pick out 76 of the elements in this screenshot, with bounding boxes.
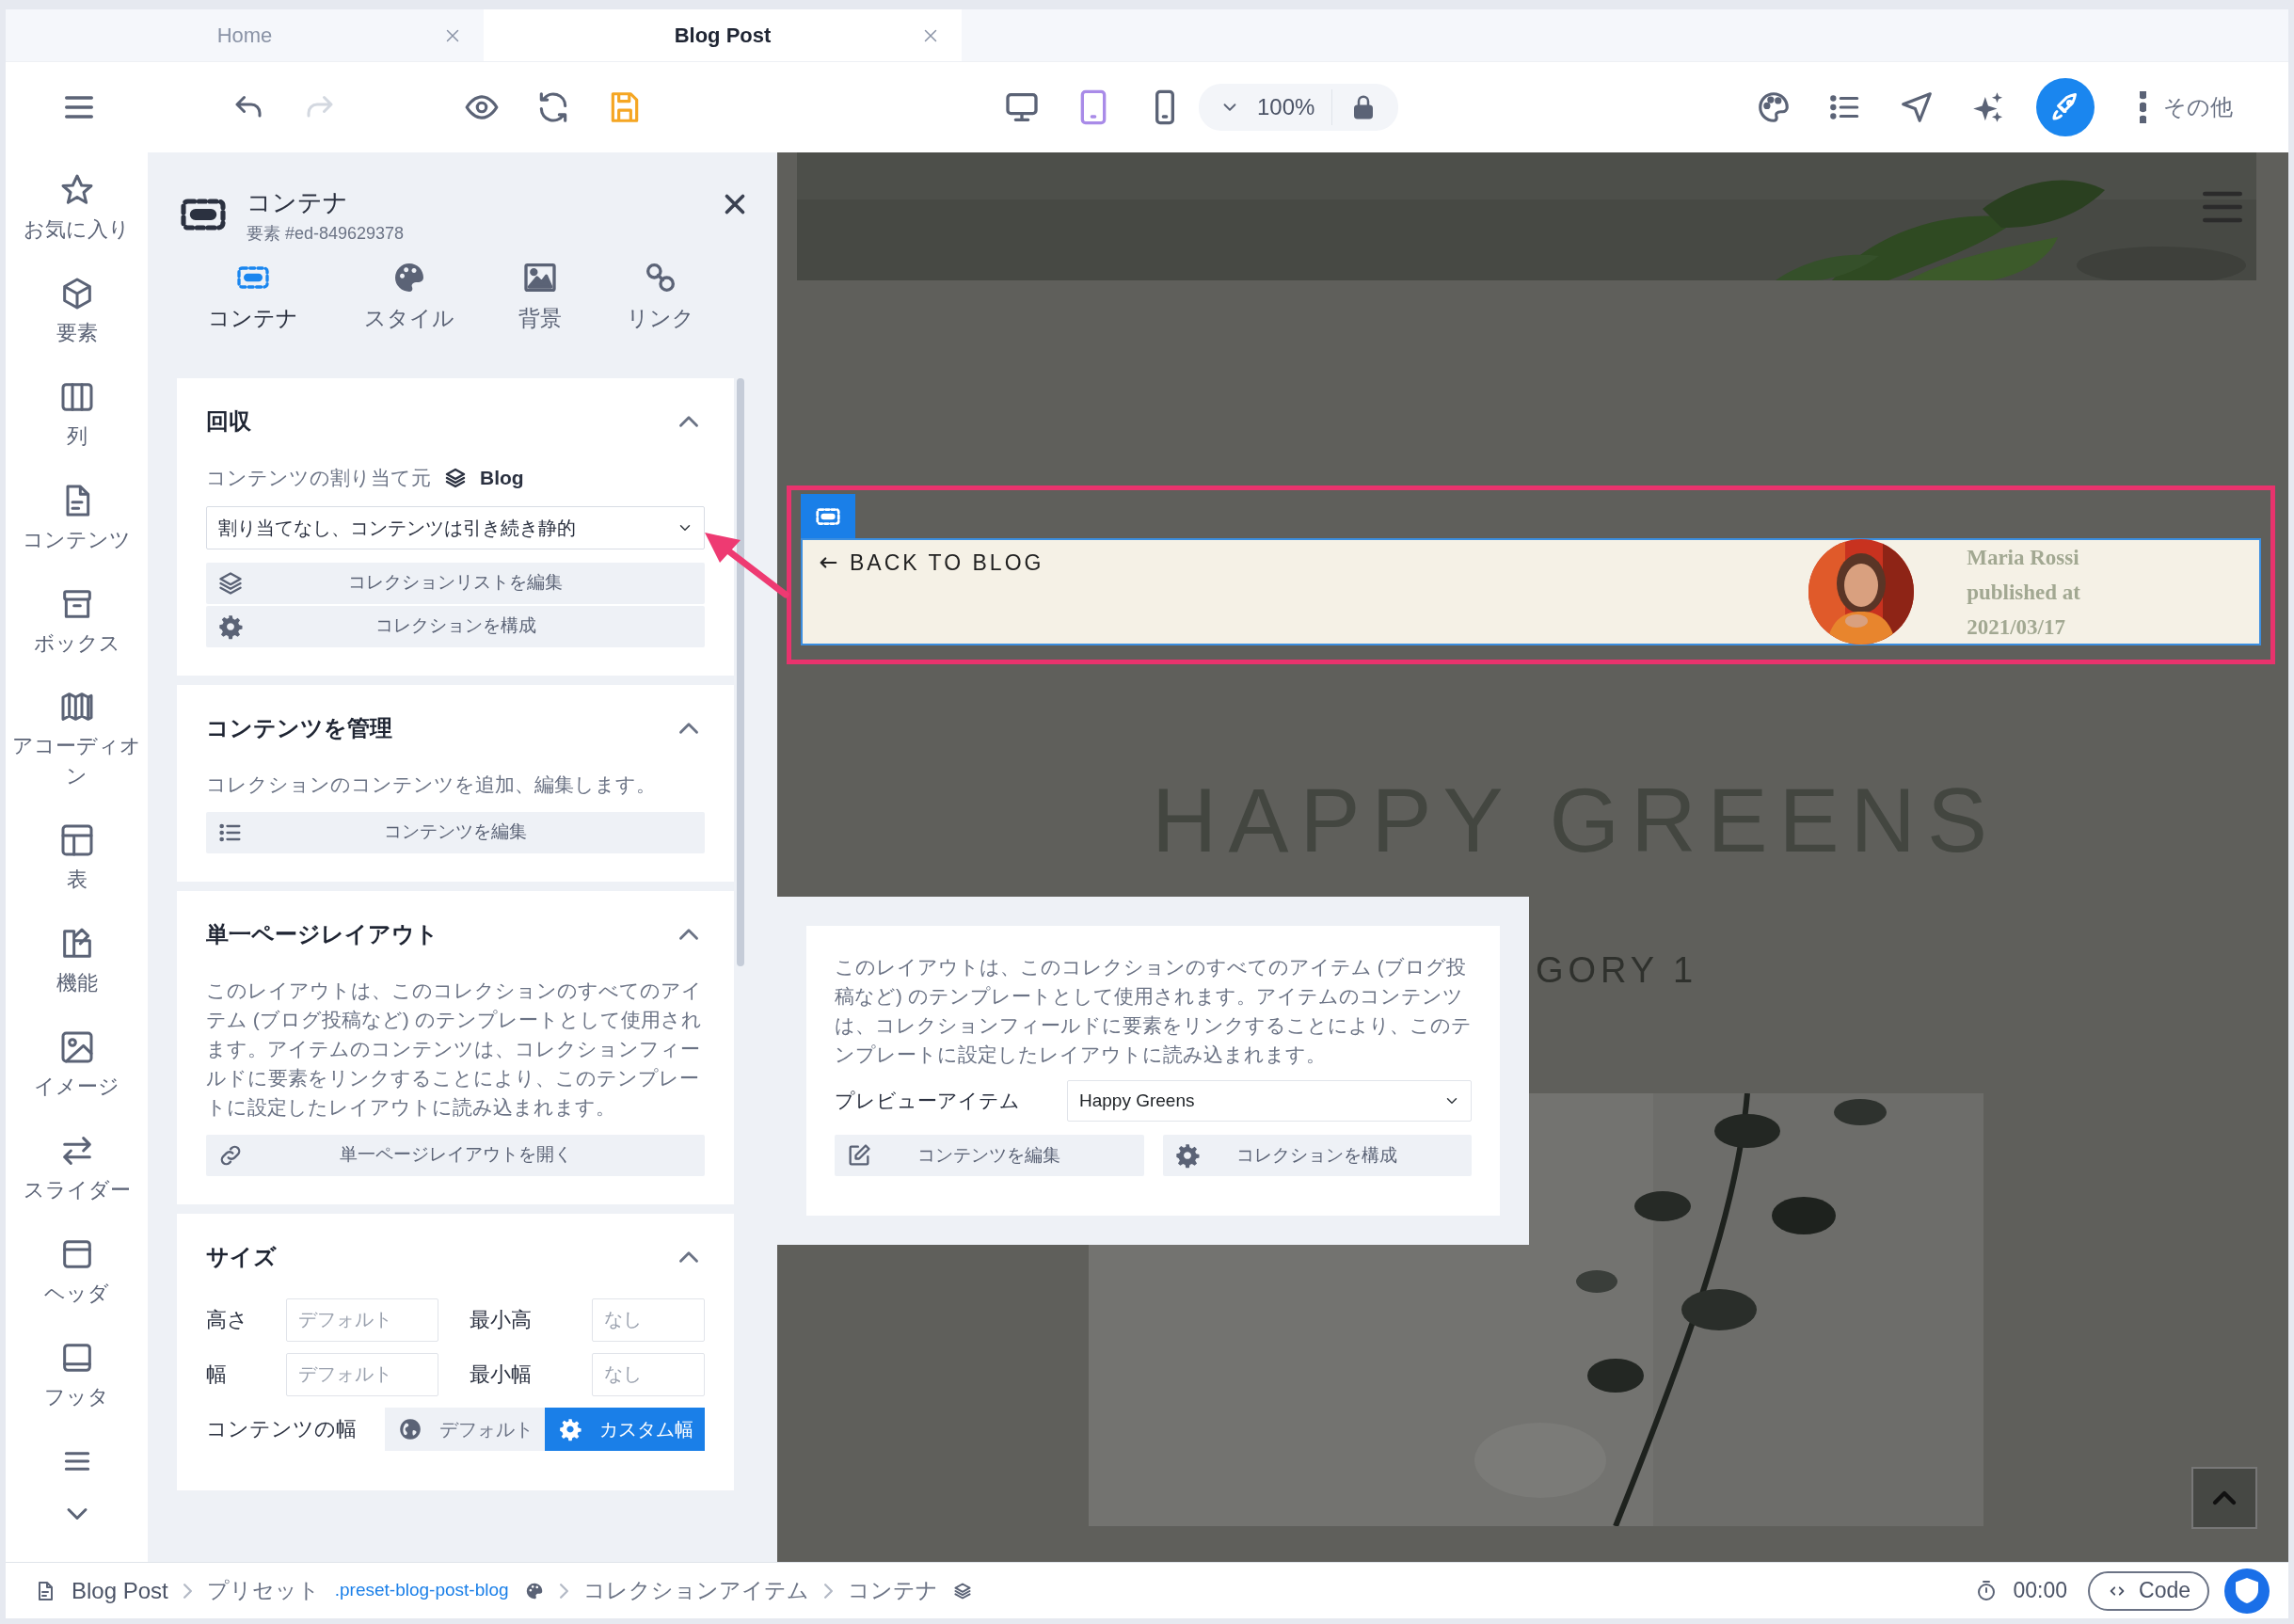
- sidebar-item[interactable]: 表: [6, 821, 148, 896]
- panel-title: コンテナ: [247, 188, 349, 218]
- zoom-level: 100%: [1257, 93, 1315, 121]
- chevron-right-icon: [559, 1583, 568, 1599]
- sidebar-item[interactable]: ヘッダ: [6, 1234, 148, 1309]
- section-description: このレイアウトは、このコレクションのすべてのアイテム (ブログ投稿など) のテンプレートとして使用されます。アイテムのコンテンツは、コレクションフィールドに要素をリンクすることにより、このテンプレートに設定したレイアウトに読み込まれます。: [206, 978, 703, 1120]
- field-label: 幅: [206, 1361, 228, 1388]
- panel-tab[interactable]: コンテナ: [177, 259, 329, 359]
- action-button[interactable]: コレクションを構成: [206, 605, 705, 647]
- published-label: published at: [1967, 580, 2080, 606]
- sidebar-item[interactable]: イメージ: [6, 1028, 148, 1102]
- container-handle[interactable]: [801, 494, 855, 538]
- section-title: 単一ページレイアウト: [206, 919, 438, 948]
- layers-icon: [444, 466, 467, 489]
- collection-name: Blog: [480, 466, 524, 490]
- sidebar-item[interactable]: 要素: [6, 274, 148, 348]
- panel-tab[interactable]: リンク: [618, 259, 703, 359]
- field-label: 高さ: [206, 1307, 249, 1333]
- sidebar-item[interactable]: お気に入り: [6, 171, 148, 245]
- breadcrumb-item[interactable]: コンテナ: [847, 1574, 938, 1607]
- sidebar-item[interactable]: 機能: [6, 925, 148, 998]
- sidebar-item[interactable]: ボックス: [6, 584, 148, 659]
- layers-icon: [217, 569, 244, 597]
- panel-tab[interactable]: スタイル: [358, 259, 461, 359]
- scroll-to-top-button[interactable]: [2191, 1467, 2257, 1529]
- field-label: コンテンツの幅: [206, 1416, 358, 1442]
- scrollbar[interactable]: [737, 378, 744, 966]
- settings-icon: [217, 613, 244, 640]
- more-menu[interactable]: その他: [2140, 90, 2234, 124]
- chevron-right-icon: [823, 1583, 833, 1599]
- editor-tab[interactable]: Blog Post: [484, 9, 962, 61]
- zoom-control[interactable]: 100%: [1199, 84, 1399, 131]
- sidebar-item[interactable]: アコーディオン: [6, 688, 148, 792]
- kebab-icon: [2140, 91, 2147, 123]
- layout-description: このレイアウトは、このコレクションのすべてのアイテム (ブログ投稿など) のテンプレートとして使用されます。アイテムのコンテンツは、コレクションフィールドに要素をリンクすることにより、このテンプレートに設定したレイアウトに読み込まれます。: [835, 955, 1472, 1067]
- sidebar-item[interactable]: フッタ: [6, 1338, 148, 1412]
- preview-select[interactable]: Happy Greens: [1067, 1080, 1472, 1122]
- size-field[interactable]: デフォルト: [286, 1352, 438, 1396]
- sidebar-item[interactable]: 列: [6, 377, 148, 452]
- sidebar-item[interactable]: コンテンツ: [6, 481, 148, 555]
- shield-icon[interactable]: [2224, 1568, 2270, 1614]
- field-label: 最小幅: [470, 1361, 533, 1388]
- class-name-link[interactable]: .preset-blog-post-blog: [334, 1577, 509, 1604]
- source-label: コンテンツの割り当て元: [206, 466, 431, 490]
- section-description: コレクションのコンテンツを追加、編集します。: [206, 772, 657, 797]
- size-field[interactable]: なし: [592, 1352, 705, 1396]
- back-link[interactable]: BACK TO BLOG: [803, 540, 1044, 578]
- collection-select[interactable]: 割り当てなし、コンテンツは引き続き静的: [206, 505, 705, 549]
- size-field[interactable]: デフォルト: [286, 1298, 438, 1342]
- settings-icon: [558, 1416, 582, 1441]
- preview-label: プレビューアイテム: [835, 1089, 1020, 1114]
- timer-value: 00:00: [2013, 1577, 2067, 1605]
- code-button[interactable]: Code: [2088, 1570, 2209, 1611]
- panel-tab[interactable]: 背景: [499, 259, 581, 359]
- action-button[interactable]: コレクションリストを編集: [206, 562, 705, 604]
- breadcrumb-item[interactable]: コレクションアイテム: [582, 1574, 809, 1607]
- action-button[interactable]: コレクションを構成: [1162, 1135, 1472, 1176]
- action-button[interactable]: コンテンツを編集: [835, 1135, 1144, 1176]
- action-button[interactable]: コンテンツを編集: [206, 811, 705, 853]
- breadcrumb-item[interactable]: Blog Post: [72, 1573, 168, 1608]
- width-option[interactable]: カスタム幅: [545, 1407, 705, 1451]
- sidebar-item[interactable]: スライダー: [6, 1131, 148, 1205]
- layers-icon: [952, 1581, 972, 1600]
- field-label: 最小高: [470, 1307, 533, 1333]
- element-id: 要素 #ed-849629378: [247, 223, 406, 246]
- action-button[interactable]: 単一ページレイアウトを開く: [206, 1134, 705, 1176]
- breadcrumb-item[interactable]: プリセット: [206, 1574, 320, 1607]
- section-title: 回収: [206, 407, 251, 436]
- section-title: サイズ: [206, 1242, 277, 1271]
- chevron-right-icon: [183, 1583, 192, 1599]
- publish-date: 2021/03/17: [1967, 614, 2066, 641]
- settings-icon: [1173, 1142, 1201, 1169]
- author-name: Maria Rossi: [1967, 545, 2080, 571]
- section-title: コンテンツを管理: [206, 713, 392, 742]
- size-field[interactable]: なし: [592, 1298, 705, 1342]
- width-option[interactable]: デフォルト: [385, 1407, 545, 1451]
